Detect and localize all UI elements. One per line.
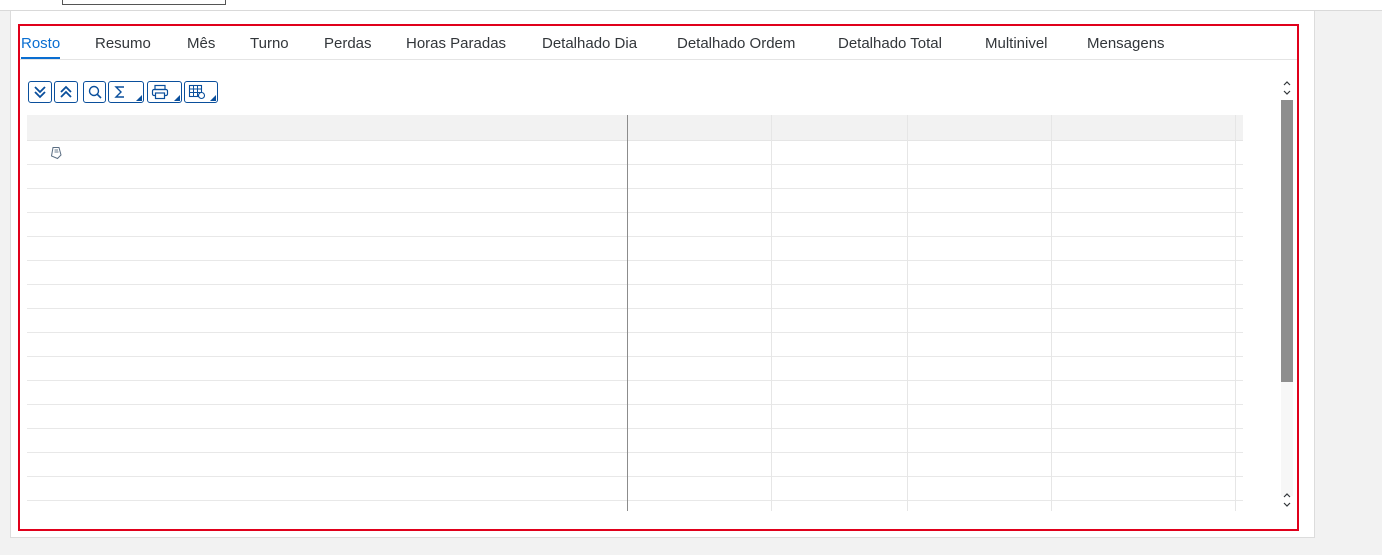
collapse-all-icon bbox=[60, 85, 72, 98]
expand-all-icon bbox=[34, 86, 46, 99]
data-grid bbox=[27, 115, 1243, 511]
tab-detalhado-dia[interactable]: Detalhado Dia bbox=[542, 35, 637, 53]
dropdown-arrow-icon bbox=[174, 95, 180, 101]
scroll-down-icon bbox=[1283, 493, 1291, 507]
tab-strip: Rosto Resumo Mês Turno Perdas Horas Para… bbox=[20, 26, 1297, 60]
column-divider[interactable] bbox=[627, 115, 628, 511]
table-row[interactable] bbox=[27, 165, 1243, 189]
table-row[interactable] bbox=[27, 333, 1243, 357]
tab-multinivel[interactable]: Multinivel bbox=[985, 35, 1048, 53]
collapse-all-button[interactable] bbox=[54, 81, 78, 103]
table-row[interactable] bbox=[27, 429, 1243, 453]
table-row[interactable] bbox=[27, 477, 1243, 501]
tag-icon bbox=[49, 146, 63, 165]
table-row[interactable] bbox=[27, 261, 1243, 285]
search-button[interactable] bbox=[83, 81, 106, 103]
layout-settings-icon bbox=[188, 84, 206, 100]
tab-detalhado-ordem[interactable]: Detalhado Ordem bbox=[677, 35, 795, 53]
tab-horas-paradas[interactable]: Horas Paradas bbox=[406, 35, 506, 53]
layout-menu-button[interactable] bbox=[184, 81, 218, 103]
search-icon bbox=[88, 85, 102, 99]
table-row[interactable] bbox=[27, 141, 1243, 165]
table-row[interactable] bbox=[27, 285, 1243, 309]
grid-header bbox=[27, 115, 1243, 141]
expand-all-button[interactable] bbox=[28, 81, 52, 103]
tab-rosto[interactable]: Rosto bbox=[21, 35, 61, 59]
scroll-thumb[interactable] bbox=[1281, 100, 1293, 382]
scroll-up-button[interactable] bbox=[1280, 78, 1294, 98]
scroll-down-button[interactable] bbox=[1280, 490, 1294, 510]
top-strip bbox=[0, 0, 1382, 11]
print-icon bbox=[151, 84, 169, 100]
sum-menu-button[interactable] bbox=[108, 81, 144, 103]
tab-detalhado-total[interactable]: Detalhado Total bbox=[838, 35, 942, 53]
tab-mes[interactable]: Mês bbox=[187, 35, 215, 53]
field-fragment bbox=[62, 0, 226, 5]
tab-turno[interactable]: Turno bbox=[250, 35, 289, 53]
print-menu-button[interactable] bbox=[147, 81, 182, 103]
table-row[interactable] bbox=[27, 189, 1243, 213]
dropdown-arrow-icon bbox=[210, 95, 216, 101]
scroll-up-icon bbox=[1283, 81, 1291, 95]
table-row[interactable] bbox=[27, 309, 1243, 333]
report-container: Rosto Resumo Mês Turno Perdas Horas Para… bbox=[18, 24, 1299, 531]
vertical-scrollbar[interactable] bbox=[1280, 76, 1294, 516]
column-divider[interactable] bbox=[1235, 115, 1236, 511]
tab-mensagens[interactable]: Mensagens bbox=[1087, 35, 1165, 53]
table-row[interactable] bbox=[27, 453, 1243, 477]
table-row[interactable] bbox=[27, 213, 1243, 237]
table-row[interactable] bbox=[27, 381, 1243, 405]
column-divider[interactable] bbox=[907, 115, 908, 511]
tab-perdas[interactable]: Perdas bbox=[324, 35, 372, 53]
tab-resumo[interactable]: Resumo bbox=[95, 35, 151, 53]
column-divider[interactable] bbox=[1051, 115, 1052, 511]
sum-icon bbox=[114, 86, 124, 98]
table-row[interactable] bbox=[27, 405, 1243, 429]
column-divider[interactable] bbox=[771, 115, 772, 511]
table-row[interactable] bbox=[27, 237, 1243, 261]
dropdown-arrow-icon bbox=[136, 95, 142, 101]
table-row[interactable] bbox=[27, 357, 1243, 381]
